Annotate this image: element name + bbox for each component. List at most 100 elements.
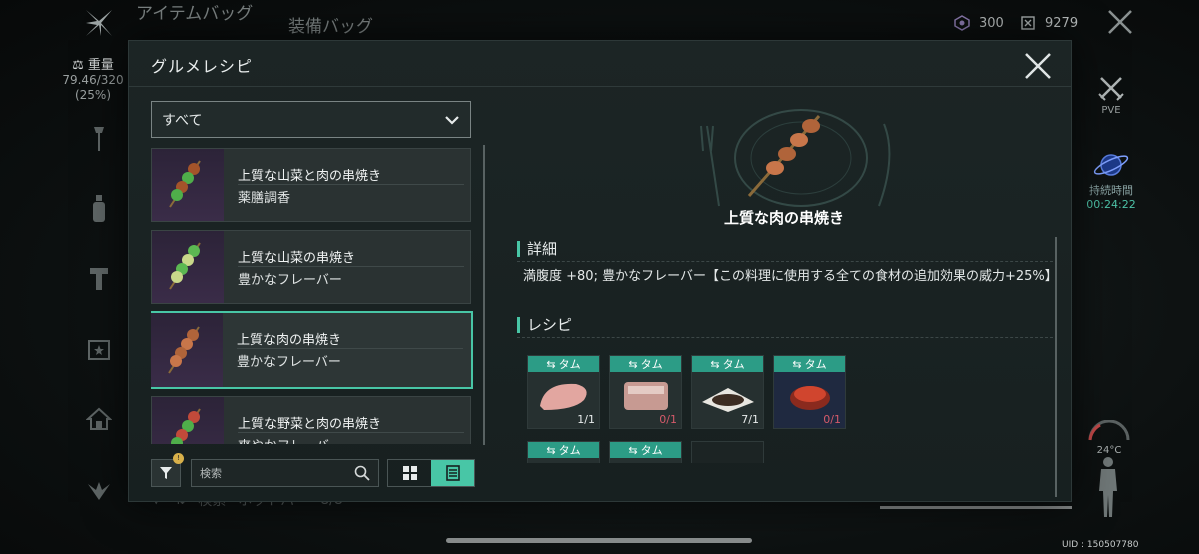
coin-amount: 9279 [1045, 15, 1079, 31]
recipe-item[interactable]: 上質な山菜の串焼き 豊かなフレーバー [151, 230, 471, 304]
ingredient-slot[interactable]: ⇆ タム [527, 441, 600, 463]
ingredient-tag-label: タム [640, 444, 663, 457]
recipe-effect: 薬膳調香 [238, 191, 291, 206]
recipe-name: 上質な肉の串焼き [237, 333, 342, 348]
recipe-name: 上質な山菜と肉の串焼き [238, 169, 382, 184]
ingredient-count: 0/1 [823, 413, 841, 426]
raw-meat-icon [624, 382, 668, 410]
spice-powder-icon [702, 388, 754, 412]
ingredient-slot[interactable]: ⇆ タム 1/1 [527, 355, 600, 429]
grid-view-button[interactable] [388, 460, 431, 486]
duration-indicator: 持続時間 00:24:22 [1080, 150, 1142, 212]
veg-meat-skewer-icon [171, 408, 201, 444]
recipe-divider [237, 348, 463, 349]
recipe-thumbnail [152, 231, 224, 303]
recipe-name: 上質な野菜と肉の串焼き [238, 417, 382, 432]
gem-icon [953, 14, 971, 32]
detail-description: 満腹度 +80; 豊かなフレーバー【この料理に使用する全ての食材の追加効果の威力… [523, 269, 1058, 284]
ingredient-tag: ⇆ タム [692, 356, 763, 372]
recipe-effect: 豊かなフレーバー [238, 273, 342, 288]
recipe-effect: 爽やかフレーバー [238, 435, 342, 444]
swap-icon: ⇆ [546, 443, 556, 457]
tab-equip-bag[interactable]: 装備バッグ [288, 12, 373, 37]
bottle-category-icon[interactable] [84, 194, 114, 224]
dialog-header: グルメレシピ [129, 41, 1071, 87]
weight-indicator: ⚖ 重量 79.46/320 (25%) [58, 58, 128, 103]
ingredient-tag-label: タム [722, 358, 745, 371]
temperature-gauge: 24°C [1085, 419, 1133, 456]
bg-progress-line [880, 506, 1072, 509]
recipe-section-header: レシピ [517, 317, 572, 333]
search-input[interactable] [200, 466, 340, 480]
ingredient-count: 0/1 [659, 413, 677, 426]
recipe-item-selected[interactable]: 上質な肉の串焼き 豊かなフレーバー [151, 311, 473, 389]
pve-mode: PVE [1091, 74, 1131, 116]
ingredient-tag-label: タム [558, 444, 581, 457]
dish-illustration [700, 109, 891, 207]
ingredient-tag-label: タム [804, 358, 827, 371]
filter-badge: ! [173, 453, 184, 464]
gem-amount: 300 [979, 15, 1004, 31]
swap-icon: ⇆ [628, 357, 638, 371]
ingredient-tag-label: タム [640, 358, 663, 371]
user-id: UID : 150507780 [1062, 540, 1139, 550]
calendar-category-icon[interactable] [84, 334, 114, 364]
dialog-title: グルメレシピ [151, 57, 254, 76]
crossed-swords-icon [1098, 77, 1124, 101]
ingredient-count: 1/1 [577, 413, 595, 426]
recipe-thumbnail [151, 313, 223, 387]
recipe-divider [238, 266, 464, 267]
close-icon[interactable] [1023, 51, 1053, 81]
part-category-icon[interactable] [84, 264, 114, 294]
list-view-button[interactable] [431, 460, 474, 486]
ingredient-slot[interactable]: ⇆ タム [609, 441, 682, 463]
spice-jar-icon [790, 386, 830, 410]
duration-label: 持続時間 [1089, 184, 1133, 197]
home-indicator[interactable] [446, 538, 752, 543]
details-divider [517, 261, 1053, 262]
grid-icon [402, 466, 417, 480]
ingredient-slot[interactable]: ⇆ タム 0/1 [609, 355, 682, 429]
meat-skewer-icon [168, 326, 200, 374]
recipe-item[interactable]: 上質な山菜と肉の串焼き 薬膳調香 [151, 148, 471, 222]
ingredient-tag-label: タム [558, 358, 581, 371]
detail-title: 上質な肉の串焼き [723, 209, 844, 227]
gourmet-recipe-dialog: グルメレシピ すべて 上質な山菜と肉の串焼き 薬膳調香 上質な山菜の串焼き 豊か… [128, 40, 1072, 502]
swap-icon: ⇆ [546, 357, 556, 371]
details-section-header: 詳細 [517, 241, 557, 257]
swap-icon: ⇆ [792, 357, 802, 371]
planet-buff-icon [1093, 154, 1129, 176]
wing-category-icon[interactable] [84, 476, 114, 506]
currency-gem: 300 [953, 14, 1004, 32]
recipe-list: 上質な山菜と肉の串焼き 薬膳調香 上質な山菜の串焼き 豊かなフレーバー 上質な肉… [151, 148, 473, 444]
ingredient-slot[interactable]: ⇆ タム 0/1 [773, 355, 846, 429]
ingredient-grid: ⇆ タム 1/1 ⇆ タム 0/1 ⇆ タム 7/1 ⇆ タム 0/1 ⇆ タム ⇆ タム [527, 355, 1057, 463]
category-dropdown[interactable]: すべて [151, 101, 471, 138]
house-category-icon[interactable] [84, 404, 114, 434]
chevron-down-icon [445, 115, 459, 125]
ingredient-slot[interactable]: ⇆ タム 7/1 [691, 355, 764, 429]
funnel-icon [160, 467, 172, 479]
weight-icon: ⚖ [72, 58, 84, 73]
recipe-divider [517, 337, 1053, 338]
dropdown-value: すべて [162, 112, 203, 129]
recipe-thumbnail [152, 397, 224, 444]
list-icon [445, 465, 460, 481]
temperature-arc-icon [1088, 419, 1130, 441]
ingredient-tag: ⇆ タム [610, 442, 681, 458]
tab-item-bag[interactable]: アイテムバッグ [136, 6, 256, 23]
weight-percent: (25%) [74, 88, 112, 102]
search-field[interactable] [191, 459, 379, 487]
search-icon[interactable] [354, 465, 370, 481]
pve-label: PVE [1101, 105, 1121, 116]
currency-coin: 9279 [1019, 14, 1078, 32]
ingredient-tag: ⇆ タム [610, 356, 681, 372]
close-bag-icon[interactable] [1106, 8, 1134, 36]
recipe-list-scrollbar[interactable] [483, 145, 485, 445]
swap-icon: ⇆ [710, 357, 720, 371]
recipe-effect: 豊かなフレーバー [237, 355, 341, 370]
ingredient-slot-empty [691, 441, 764, 463]
menu-logo-icon[interactable] [82, 6, 116, 40]
recipe-item[interactable]: 上質な野菜と肉の串焼き 爽やかフレーバー [151, 396, 471, 444]
tool-category-icon[interactable] [84, 124, 114, 154]
